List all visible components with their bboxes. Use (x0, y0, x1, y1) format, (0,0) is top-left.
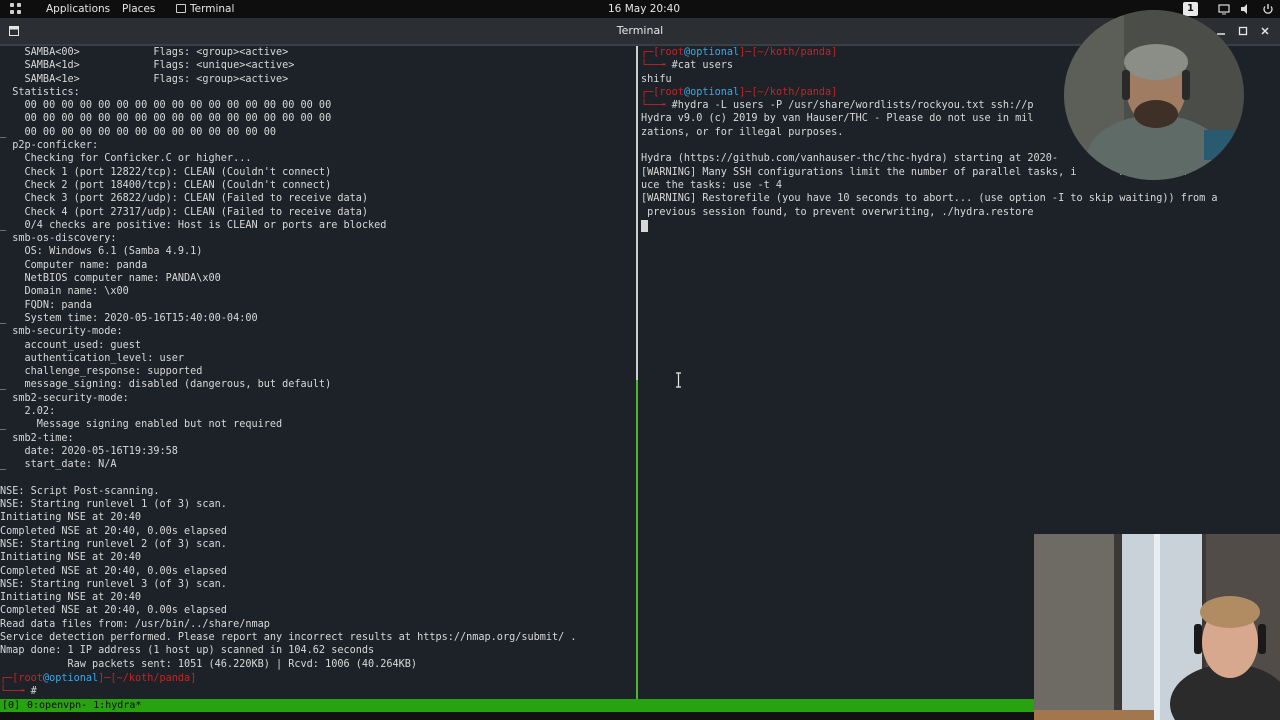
maximize-icon[interactable] (1237, 25, 1249, 37)
terminal-line: Initiating NSE at 20:40 (0, 552, 142, 564)
top-panel: Applications Places Terminal 16 May 20:4… (0, 0, 1280, 18)
clock[interactable]: 16 May 20:40 (608, 0, 680, 18)
text-cursor-icon (676, 372, 681, 388)
places-menu[interactable]: Places (122, 0, 155, 18)
left-prompt[interactable]: ┌─[root@optional]─[~/koth/panda] └──╼ # (0, 672, 196, 699)
terminal-line: Raw packets sent: 1051 (46.220KB) | Rcvd… (0, 658, 418, 670)
prompt-host: optional (49, 673, 99, 684)
terminal-line: NetBIOS computer name: PANDA\x00 (0, 273, 221, 285)
terminal-line: Completed NSE at 20:40, 0.00s elapsed (0, 605, 227, 617)
volume-icon[interactable] (1240, 3, 1252, 15)
apps-grid-icon[interactable] (10, 3, 22, 15)
terminal-line: account_used: guest (0, 339, 142, 351)
terminal-taskbar-button[interactable]: Terminal (190, 0, 234, 18)
terminal-line: NSE: Script Post-scanning. (0, 485, 160, 497)
terminal-line: NSE: Starting runlevel 3 (of 3) scan. (0, 578, 227, 590)
terminal-line: authentication_level: user (0, 352, 185, 364)
pane-divider-active[interactable] (636, 380, 638, 699)
terminal-line: FQDN: panda (0, 299, 93, 311)
terminal-line: Completed NSE at 20:40, 0.00s elapsed (0, 525, 227, 537)
prompt-path: ~/koth/panda (757, 47, 832, 58)
terminal-line: Nmap done: 1 IP address (1 host up) scan… (0, 645, 375, 657)
terminal-line: 00 00 00 00 00 00 00 00 00 00 00 00 00 0… (0, 113, 332, 125)
terminal-line: Check 3 (port 26822/udp): CLEAN (Failed … (0, 193, 369, 205)
terminal-line: Completed NSE at 20:40, 0.00s elapsed (0, 565, 227, 577)
terminal-line: _ start_date: N/A (0, 459, 117, 471)
prompt-user: root (659, 86, 684, 98)
terminal-line: _ 0/4 checks are positive: Host is CLEAN… (0, 219, 387, 231)
terminal-line: Checking for Conficker.C or higher... (0, 153, 252, 165)
terminal-line: Service detection performed. Please repo… (0, 632, 577, 644)
terminal-line: challenge_response: supported (0, 366, 203, 378)
pane-divider[interactable] (636, 46, 638, 380)
terminal-line: smb-os-discovery: (0, 233, 117, 245)
prompt-path: ~/koth/panda (116, 673, 191, 684)
close-icon[interactable] (1259, 25, 1271, 37)
terminal-line: smb2-time: (0, 432, 74, 444)
terminal-line: SAMBA<1d> Flags: <unique><active> (0, 60, 295, 72)
terminal-line: _ message_signing: disabled (dangerous, … (0, 379, 332, 391)
terminal-line: Check 1 (port 12822/tcp): CLEAN (Couldn'… (0, 166, 332, 178)
display-icon[interactable] (1218, 3, 1230, 15)
power-icon[interactable] (1262, 3, 1274, 15)
terminal-line: uce the tasks: use -t 4 (641, 179, 783, 191)
terminal-line: Initiating NSE at 20:40 (0, 512, 142, 524)
prompt-host: optional (690, 47, 740, 58)
terminal-line: smb-security-mode: (0, 326, 123, 338)
terminal-line: Domain name: \x00 (0, 286, 129, 298)
terminal-line: Statistics: (0, 86, 80, 98)
prompt-user: root (659, 47, 684, 58)
terminal-line: Computer name: panda (0, 259, 148, 271)
terminal-line: date: 2020-05-16T19:39:58 (0, 445, 178, 457)
nmap-output: SAMBA<00> Flags: <group><active> SAMBA<1… (0, 46, 577, 671)
terminal-icon (176, 4, 186, 13)
terminal-line: 2.02: (0, 406, 56, 418)
terminal-line: p2p-conficker: (0, 140, 99, 152)
terminal-line: _ Message signing enabled but not requir… (0, 419, 283, 431)
terminal-line: Read data files from: /usr/bin/../share/… (0, 618, 270, 630)
tmux-window-list[interactable]: 0:openvpn- 1:hydra* (27, 699, 141, 712)
terminal-line: Initiating NSE at 20:40 (0, 592, 142, 604)
terminal-line: Check 4 (port 27317/udp): CLEAN (Failed … (0, 206, 369, 218)
terminal-line: OS: Windows 6.1 (Samba 4.9.1) (0, 246, 203, 258)
webcam-overlay-bottom (1034, 534, 1280, 720)
applications-menu[interactable]: Applications (46, 0, 110, 18)
terminal-line: SAMBA<00> Flags: <group><active> (0, 47, 289, 58)
tmux-session: [0] (2, 700, 21, 711)
terminal-line: 00 00 00 00 00 00 00 00 00 00 00 00 00 0… (0, 100, 332, 112)
terminal-pane-left[interactable]: SAMBA<00> Flags: <group><active> SAMBA<1… (0, 46, 636, 699)
webcam-person-icon (1064, 10, 1244, 180)
webcam-overlay-top (1064, 10, 1244, 180)
prompt-host: optional (690, 86, 740, 98)
terminal-line: NSE: Starting runlevel 2 (of 3) scan. (0, 538, 227, 550)
command-hydra: #hydra -L users -P /usr/share/wordlists/… (671, 100, 1034, 112)
terminal-line: _ System time: 2020-05-16T15:40:00-04:00 (0, 312, 258, 324)
terminal-line: NSE: Starting runlevel 1 (of 3) scan. (0, 499, 227, 511)
workspace-indicator[interactable]: 1 (1183, 2, 1198, 16)
terminal-line: Check 2 (port 18400/tcp): CLEAN (Couldn'… (0, 179, 332, 191)
terminal-line: previous session found, to prevent overw… (641, 206, 1034, 218)
terminal-line: smb2-security-mode: (0, 392, 129, 404)
prompt-user: root (18, 673, 43, 684)
prompt-path: ~/koth/panda (757, 86, 832, 98)
terminal-line: [WARNING] Restorefile (you have 10 secon… (641, 193, 1218, 205)
users-output: shifu (641, 73, 672, 85)
terminal-line: SAMBA<1e> Flags: <group><active> (0, 73, 289, 85)
command-cat-users: #cat users (671, 60, 734, 72)
terminal-cursor (641, 220, 648, 232)
webcam-person-icon (1034, 534, 1280, 720)
terminal-line: _ 00 00 00 00 00 00 00 00 00 00 00 00 00… (0, 126, 277, 138)
